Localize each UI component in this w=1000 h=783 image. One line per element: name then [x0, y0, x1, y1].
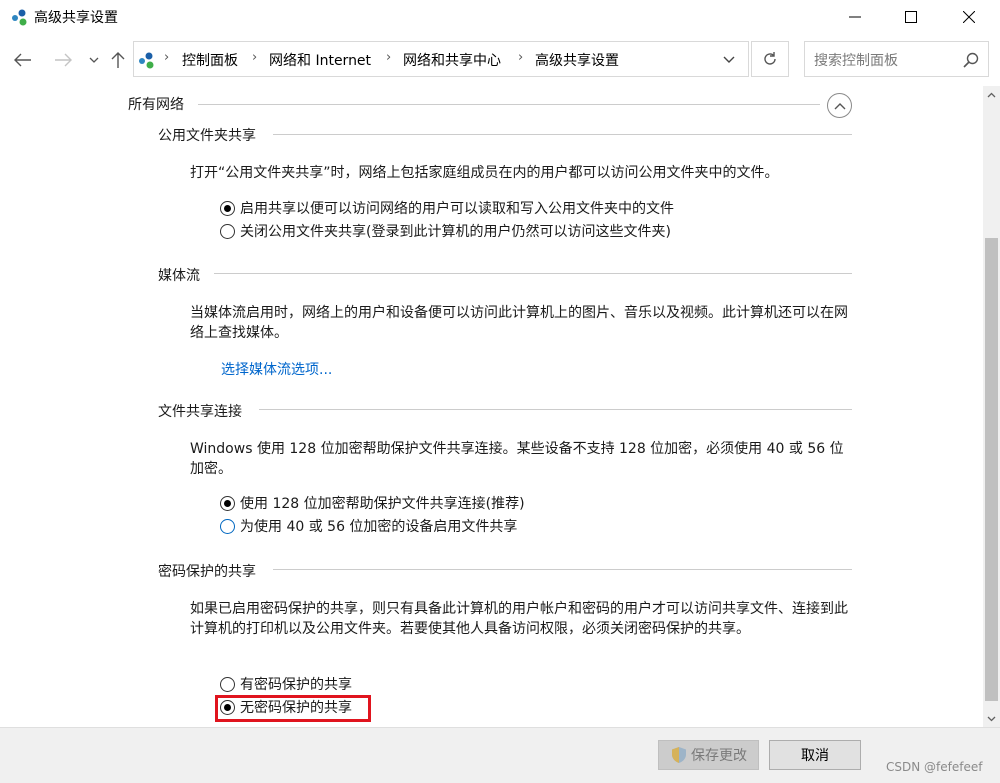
search-input[interactable]: 搜索控制面板 — [804, 41, 989, 77]
radio-label: 使用 128 位加密帮助保护文件共享连接(推荐) — [240, 496, 525, 512]
recent-locations-button[interactable] — [82, 48, 106, 72]
minimize-icon — [849, 16, 861, 17]
breadcrumb-advanced-sharing[interactable]: 高级共享设置 — [535, 50, 619, 70]
breadcrumb-control-panel[interactable]: 控制面板 — [182, 50, 238, 70]
watermark: CSDN @fefefeef — [886, 760, 983, 774]
address-bar[interactable]: › 控制面板 › 网络和 Internet › 网络和共享中心 › 高级共享设置 — [133, 41, 749, 77]
dialog-footer: 保存更改 取消 CSDN @fefefeef — [0, 727, 1000, 783]
radio-button[interactable] — [220, 223, 235, 239]
scroll-up-button[interactable] — [983, 86, 1000, 103]
group-header-all-networks: 所有网络 — [128, 97, 184, 113]
section-title-public-folder: 公用文件夹共享 — [158, 128, 256, 144]
navigation-bar: › 控制面板 › 网络和 Internet › 网络和共享中心 › 高级共享设置… — [0, 36, 1000, 84]
radio-button[interactable] — [220, 495, 235, 511]
radio-button[interactable] — [220, 676, 235, 692]
radio-option-password-protected-on[interactable]: 有密码保护的共享 — [220, 674, 352, 694]
search-placeholder: 搜索控制面板 — [814, 53, 898, 69]
arrow-right-icon — [55, 53, 72, 67]
section-description: 打开“公用文件夹共享”时，网络上包括家庭组成员在内的用户都可以访问公用文件夹中的… — [190, 165, 779, 181]
section-title-media-streaming: 媒体流 — [158, 268, 200, 284]
refresh-button[interactable] — [751, 41, 789, 77]
settings-content: 所有网络 公用文件夹共享 打开“公用文件夹共享”时，网络上包括家庭组成员在内的用… — [0, 86, 983, 727]
radio-option-128-bit-encryption[interactable]: 使用 128 位加密帮助保护文件共享连接(推荐) — [220, 493, 525, 513]
section-description: 如果已启用密码保护的共享，则只有具备此计算机的用户帐户和密码的用户才可以访问共享… — [190, 601, 848, 637]
divider — [273, 569, 852, 570]
radio-option-40-56-bit-encryption[interactable]: 为使用 40 或 56 位加密的设备启用文件共享 — [220, 516, 517, 536]
divider — [273, 134, 852, 135]
save-changes-label: 保存更改 — [691, 748, 747, 764]
radio-label: 启用共享以便可以访问网络的用户可以读取和写入公用文件夹中的文件 — [240, 201, 674, 217]
window-title: 高级共享设置 — [34, 10, 118, 26]
arrow-left-icon — [14, 53, 31, 67]
chevron-right-icon[interactable]: › — [386, 50, 391, 65]
media-streaming-options-link[interactable]: 选择媒体流选项... — [221, 359, 332, 379]
forward-button[interactable] — [51, 48, 75, 72]
scroll-down-button[interactable] — [983, 710, 1000, 727]
section-description: 当媒体流启用时，网络上的用户和设备便可以访问此计算机上的图片、音乐以及视频。此计… — [190, 305, 848, 341]
radio-button[interactable] — [220, 200, 235, 216]
uac-shield-icon — [672, 747, 686, 763]
radio-label: 有密码保护的共享 — [240, 677, 352, 693]
chevron-down-icon — [89, 57, 99, 63]
refresh-icon — [764, 52, 776, 65]
section-title-file-sharing-connections: 文件共享连接 — [158, 404, 242, 420]
maximize-button[interactable] — [888, 0, 934, 33]
search-icon[interactable] — [962, 51, 980, 69]
radio-label: 为使用 40 或 56 位加密的设备启用文件共享 — [240, 519, 518, 535]
chevron-down-icon — [987, 716, 996, 721]
divider — [198, 104, 820, 105]
chevron-up-icon — [834, 102, 845, 109]
section-description: Windows 使用 128 位加密帮助保护文件共享连接。某些设备不支持 128… — [190, 441, 844, 477]
section-title-password-protected-sharing: 密码保护的共享 — [158, 564, 256, 580]
highlight-annotation — [215, 695, 371, 722]
scrollbar-thumb[interactable] — [985, 238, 998, 701]
breadcrumb-network-sharing-center[interactable]: 网络和共享中心 — [403, 50, 501, 70]
up-button[interactable] — [106, 48, 130, 72]
radio-option-disable-public-sharing[interactable]: 关闭公用文件夹共享(登录到此计算机的用户仍然可以访问这些文件夹) — [220, 221, 671, 241]
network-app-icon — [12, 9, 27, 26]
save-changes-button[interactable]: 保存更改 — [658, 740, 759, 770]
radio-button[interactable] — [220, 518, 235, 534]
chevron-right-icon[interactable]: › — [252, 50, 257, 65]
maximize-icon — [905, 10, 917, 23]
cancel-button[interactable]: 取消 — [769, 740, 861, 770]
collapse-group-button[interactable] — [827, 93, 852, 118]
radio-option-enable-public-sharing[interactable]: 启用共享以便可以访问网络的用户可以读取和写入公用文件夹中的文件 — [220, 198, 674, 218]
vertical-scrollbar[interactable] — [983, 86, 1000, 727]
radio-label: 关闭公用文件夹共享(登录到此计算机的用户仍然可以访问这些文件夹) — [240, 224, 671, 240]
chevron-right-icon[interactable]: › — [518, 50, 523, 65]
close-icon — [963, 10, 975, 23]
close-button[interactable] — [946, 0, 992, 33]
chevron-up-icon — [987, 92, 996, 97]
address-dropdown-button[interactable] — [718, 50, 740, 70]
network-icon — [139, 52, 154, 69]
breadcrumb-network-internet[interactable]: 网络和 Internet — [269, 50, 371, 70]
divider — [214, 273, 852, 274]
chevron-right-icon[interactable]: › — [164, 50, 169, 65]
back-button[interactable] — [11, 48, 35, 72]
chevron-down-icon — [723, 56, 735, 63]
arrow-up-icon — [111, 52, 125, 68]
title-bar: 高级共享设置 — [0, 0, 1000, 33]
minimize-button[interactable] — [832, 0, 878, 33]
divider — [259, 409, 852, 410]
